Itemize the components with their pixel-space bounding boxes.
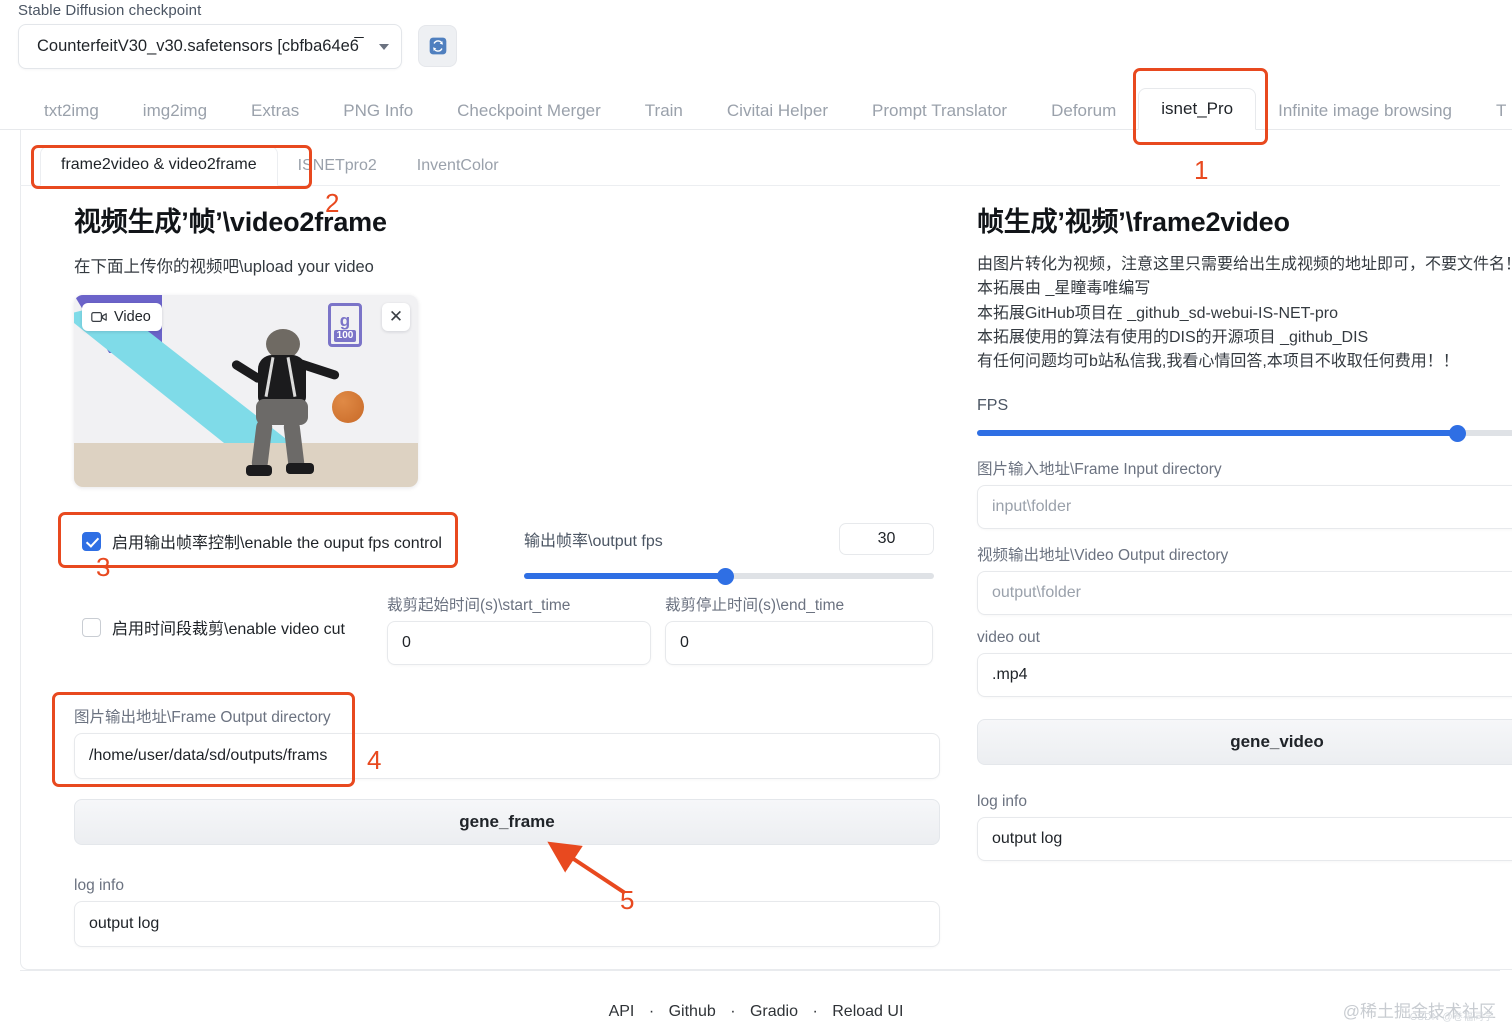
end-time-label: 裁剪停止时间(s)\end_time (665, 597, 845, 614)
video-output-directory-label: 视频输出地址\Video Output directory (977, 546, 1229, 564)
video-out-group: video out .mp4 (977, 629, 1512, 697)
description-line-1: 由图片转化为视频，注意这里只需要给出生成视频的地址即可，不要文件名！ (977, 256, 1512, 273)
subtab-isnetpro2[interactable]: ISNETpro2 (278, 149, 397, 185)
frame-input-directory-input[interactable]: input\folder (977, 484, 1512, 529)
video-preview[interactable]: g 100 Video ✕ (74, 295, 418, 487)
description-line-3: 本拓展GitHub项目在 _github_sd-webui-IS-NET-pro (977, 304, 1339, 322)
left-log-group: log info output log (74, 877, 940, 947)
tab-extras[interactable]: Extras (229, 93, 321, 129)
annotation-number-1: 1 (1194, 155, 1209, 185)
frame2video-title: 帧生成’视频’\frame2video (977, 207, 1290, 237)
enable-output-fps-checkbox[interactable] (82, 531, 101, 551)
annotation-number-2: 2 (325, 188, 340, 218)
footer-link-api[interactable]: API (609, 1003, 635, 1020)
sub-tab-bar: frame2video & video2frame ISNETpro2 Inve… (20, 146, 1500, 186)
frame2video-column: 帧生成’视频’\frame2video 由图片转化为视频，注意这里只需要给出生成… (977, 200, 1512, 861)
left-log-output[interactable]: output log (74, 901, 940, 947)
video-type-pill: Video (82, 303, 162, 331)
enable-output-fps-checkbox-row[interactable]: 启用输出帧率控制\enable the ouput fps control (82, 529, 442, 553)
enable-output-fps-label: 启用输出帧率控制\enable the ouput fps control (112, 535, 442, 552)
frame-input-directory-group: 图片输入地址\Frame Input directory input\folde… (977, 457, 1512, 529)
left-log-label: log info (74, 877, 124, 894)
enable-video-cut-checkbox[interactable] (82, 617, 101, 637)
refresh-checkpoint-button[interactable] (418, 25, 457, 67)
video-camera-icon (91, 312, 107, 322)
annotation-number-4: 4 (367, 745, 382, 775)
start-time-label: 裁剪起始时间(s)\start_time (387, 597, 571, 614)
start-time-input[interactable]: 0 (387, 621, 651, 665)
fps-label: FPS (977, 396, 1009, 414)
annotation-number-3: 3 (96, 552, 111, 582)
app-root: Stable Diffusion checkpoint CounterfeitV… (0, 0, 1512, 1024)
tab-isnet-pro[interactable]: isnet_Pro (1138, 88, 1257, 130)
video-out-input[interactable]: .mp4 (977, 652, 1512, 697)
annotation-number-5: 5 (620, 885, 635, 915)
tab-civitai-helper[interactable]: Civitai Helper (705, 93, 850, 129)
video2frame-title: 视频生成’帧’\video2frame (74, 207, 387, 237)
close-icon[interactable]: ✕ (382, 303, 410, 331)
checkpoint-label: Stable Diffusion checkpoint (18, 2, 202, 19)
footer-link-reload-ui[interactable]: Reload UI (832, 1003, 903, 1020)
description-line-5: 有任何问题均可b站私信我,我看心情回答,本项目不收取任何费用！！ (977, 353, 1459, 371)
gene-frame-button[interactable]: gene_frame (74, 799, 940, 845)
video-basketball (332, 391, 364, 423)
video-watermark-badge: g 100 (328, 303, 362, 347)
footer-sep-1: · (648, 1003, 655, 1020)
tab-png-info[interactable]: PNG Info (321, 93, 435, 129)
video-watermark-number: 100 (333, 330, 357, 342)
enable-video-cut-checkbox-row[interactable]: 启用时间段裁剪\enable video cut (82, 615, 345, 639)
fps-slider[interactable] (977, 424, 1512, 442)
description-line-2: 本拓展由 _星瞳毒唯编写 (977, 280, 1151, 298)
footer-links: API · Github · Gradio · Reload UI (0, 1003, 1512, 1021)
tab-txt2img[interactable]: txt2img (22, 93, 121, 129)
footer-separator (20, 970, 1500, 971)
tab-deforum[interactable]: Deforum (1029, 93, 1138, 129)
footer-link-github[interactable]: Github (669, 1003, 716, 1020)
frame-output-directory-label: 图片输出地址\Frame Output directory (74, 709, 331, 726)
checkpoint-select[interactable]: CounterfeitV30_v30.safetensors [cbfba64e… (18, 24, 402, 69)
video2frame-subtitle: 在下面上传你的视频吧\upload your video (74, 258, 374, 276)
start-time-group: 裁剪起始时间(s)\start_time 0 (387, 593, 651, 665)
gene-video-button[interactable]: gene_video (977, 718, 1512, 765)
frame-output-directory-input[interactable]: /home/user/data/sd/outputs/frams (74, 733, 940, 779)
enable-video-cut-label: 启用时间段裁剪\enable video cut (112, 621, 345, 638)
video-pill-label: Video (114, 309, 151, 325)
footer-sep-3: · (812, 1003, 818, 1020)
video-output-directory-input[interactable]: output\folder (977, 570, 1512, 615)
video-person-figure (224, 329, 344, 481)
tab-truncated[interactable]: T (1474, 93, 1512, 129)
subtab-inventcolor[interactable]: InventColor (397, 149, 519, 185)
output-fps-label: 输出帧率\output fps (524, 533, 663, 550)
right-log-group: log info output log (977, 793, 1512, 861)
output-fps-slider[interactable] (524, 568, 934, 585)
tab-infinite-image-browsing[interactable]: Infinite image browsing (1256, 93, 1474, 129)
footer-link-gradio[interactable]: Gradio (750, 1003, 798, 1020)
main-tab-bar: txt2img img2img Extras PNG Info Checkpoi… (0, 86, 1512, 130)
watermark-csdn: CSDN @卷福同学 (1409, 1012, 1494, 1023)
fps-group: FPS (977, 396, 1512, 442)
frame-input-directory-label: 图片输入地址\Frame Input directory (977, 460, 1222, 478)
tab-checkpoint-merger[interactable]: Checkpoint Merger (435, 93, 623, 129)
frame2video-description: 由图片转化为视频，注意这里只需要给出生成视频的地址即可，不要文件名！ 本拓展由 … (977, 253, 1512, 375)
footer-sep-2: · (730, 1003, 736, 1020)
tab-img2img[interactable]: img2img (121, 93, 229, 129)
tab-train[interactable]: Train (623, 93, 705, 129)
refresh-icon (429, 37, 446, 55)
frame-output-directory-group: 图片输出地址\Frame Output directory /home/user… (74, 705, 940, 779)
right-log-output[interactable]: output log (977, 816, 1512, 861)
end-time-input[interactable]: 0 (665, 621, 933, 665)
video-output-directory-group: 视频输出地址\Video Output directory output\fol… (977, 543, 1512, 615)
video-watermark-letter: g (339, 311, 351, 330)
description-line-4: 本拓展使用的算法有使用的DIS的开源项目 _github_DIS (977, 328, 1369, 346)
subtab-frame2video-video2frame[interactable]: frame2video & video2frame (40, 146, 278, 186)
output-fps-value-input[interactable]: 30 (839, 523, 934, 555)
chevron-down-icon (379, 43, 389, 50)
tab-prompt-translator[interactable]: Prompt Translator (850, 93, 1029, 129)
video2frame-column: 视频生成’帧’\video2frame 在下面上传你的视频吧\upload yo… (74, 200, 940, 947)
output-fps-group: 输出帧率\output fps 30 (524, 523, 934, 585)
right-log-label: log info (977, 792, 1027, 810)
video-out-label: video out (977, 628, 1040, 646)
end-time-group: 裁剪停止时间(s)\end_time 0 (665, 593, 933, 665)
checkpoint-value: CounterfeitV30_v30.safetensors [cbfba64e… (37, 37, 359, 55)
